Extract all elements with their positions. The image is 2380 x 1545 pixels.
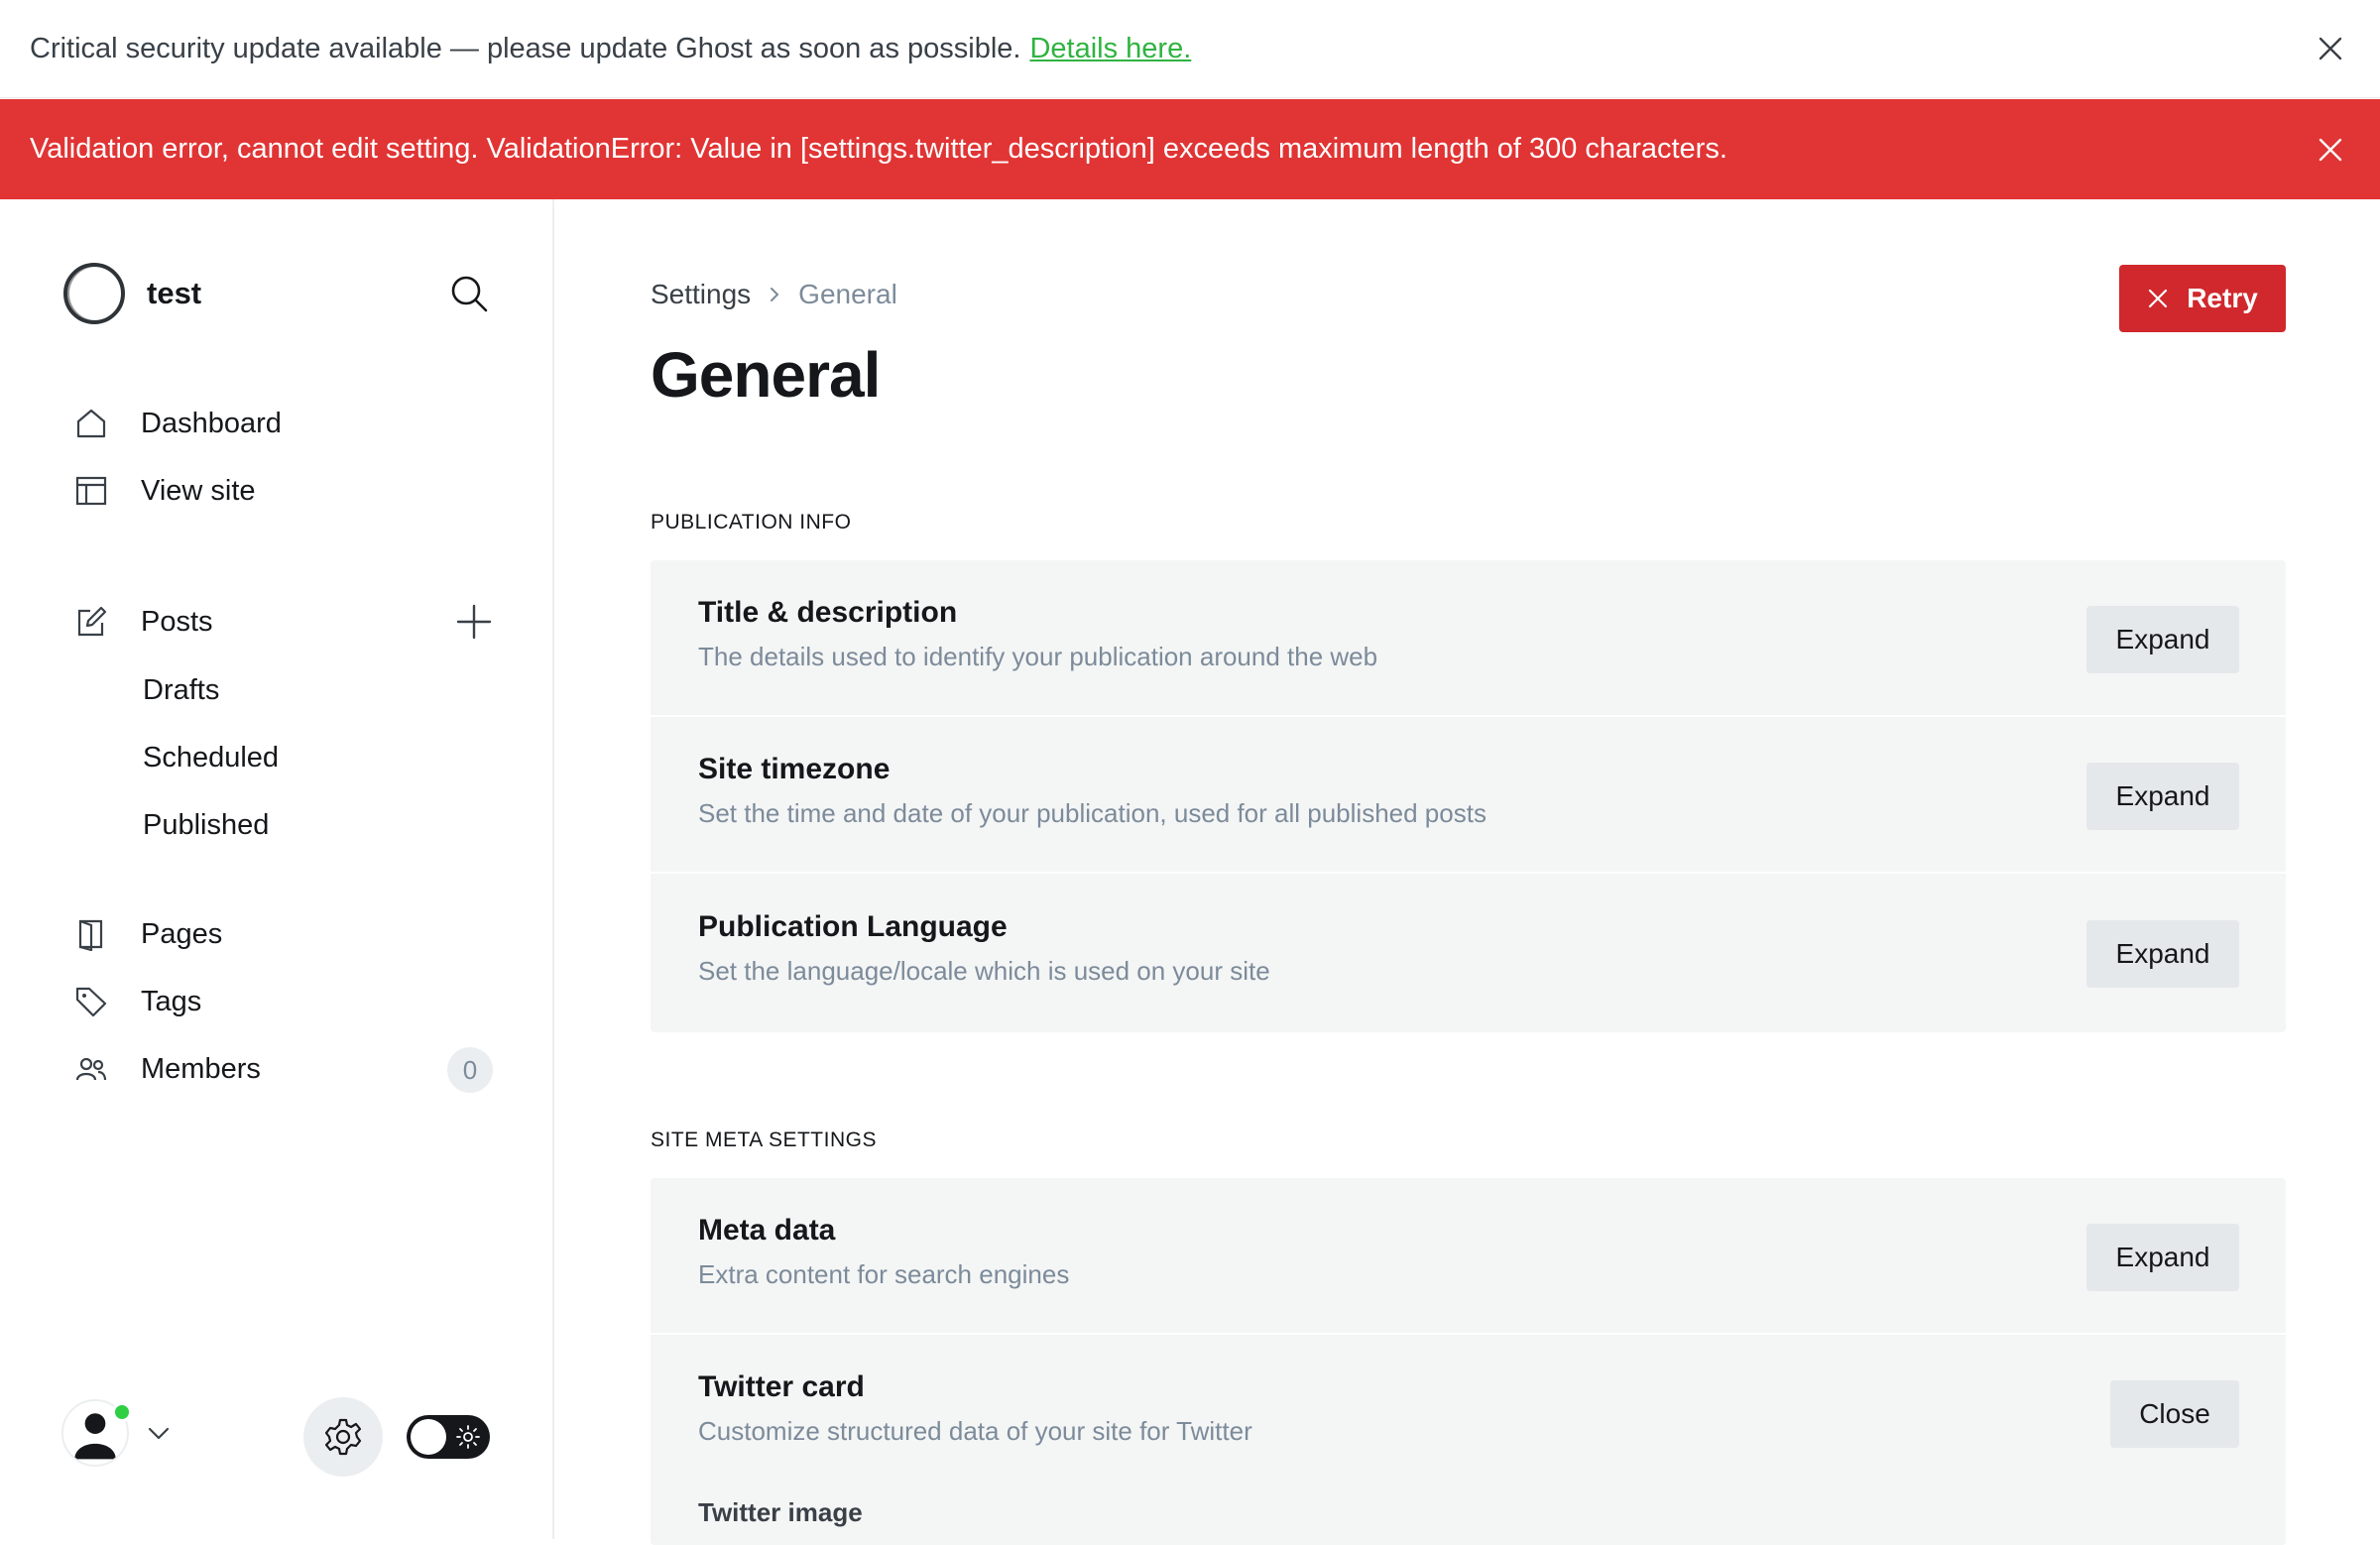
user-menu-chevron[interactable] <box>145 1419 173 1447</box>
row-description: Set the time and date of your publicatio… <box>698 798 1487 828</box>
page-title: General <box>651 339 881 411</box>
sidebar: test Dashboard View site Posts Drafts Sc… <box>0 199 554 1539</box>
expand-button[interactable]: Expand <box>2086 920 2239 988</box>
nav-pages-label: Pages <box>141 917 223 950</box>
nav-tags[interactable]: Tags <box>73 978 201 1025</box>
dark-mode-toggle[interactable] <box>407 1415 490 1459</box>
section-heading-site-meta: SITE META SETTINGS <box>651 1129 877 1151</box>
online-status-dot <box>112 1402 132 1422</box>
row-title: Title & description <box>698 596 958 629</box>
site-meta-group: Meta data Extra content for search engin… <box>651 1178 2286 1545</box>
breadcrumb-general: General <box>798 279 897 309</box>
close-button[interactable]: Close <box>2110 1380 2239 1448</box>
site-logo <box>63 263 125 324</box>
nav-pages[interactable]: Pages <box>73 910 222 958</box>
row-title: Site timezone <box>698 753 891 785</box>
nav-scheduled[interactable]: Scheduled <box>143 736 279 779</box>
close-icon <box>2149 289 2168 308</box>
edit-icon <box>73 604 109 640</box>
nav-drafts[interactable]: Drafts <box>143 668 219 712</box>
publication-info-group: Title & description The details used to … <box>651 560 2286 1032</box>
nav-view-site[interactable]: View site <box>73 467 256 515</box>
page-icon <box>73 916 109 952</box>
breadcrumb-settings[interactable]: Settings <box>651 279 751 310</box>
expand-button[interactable]: Expand <box>2086 1224 2239 1291</box>
toggle-knob <box>411 1419 446 1455</box>
nav-posts[interactable]: Posts <box>73 598 213 646</box>
expand-button[interactable]: Expand <box>2086 606 2239 673</box>
settings-button[interactable] <box>303 1397 383 1477</box>
site-name: test <box>147 276 202 310</box>
update-details-link[interactable]: Details here. <box>1029 33 1191 65</box>
close-error-banner-button[interactable] <box>2315 134 2346 166</box>
update-banner-text: Critical security update available — ple… <box>30 32 1021 64</box>
error-banner-text: Validation error, cannot edit setting. V… <box>30 133 1727 165</box>
close-icon <box>2319 138 2342 161</box>
nav-tags-label: Tags <box>141 985 202 1017</box>
setting-row-twitter-card: Twitter card Customize structured data o… <box>651 1335 2286 1545</box>
retry-button[interactable]: Retry <box>2119 265 2286 332</box>
setting-row-site-timezone: Site timezone Set the time and date of y… <box>651 717 2286 874</box>
nav-members[interactable]: Members <box>73 1045 261 1093</box>
search-button[interactable] <box>448 273 490 314</box>
nav-posts-label: Posts <box>141 605 213 638</box>
setting-row-meta-data: Meta data Extra content for search engin… <box>651 1178 2286 1335</box>
row-description: Extra content for search engines <box>698 1259 1070 1289</box>
chevron-down-icon <box>148 1427 170 1440</box>
row-title: Meta data <box>698 1214 836 1247</box>
main-content: Settings General Retry General PUBLICATI… <box>556 199 2380 1545</box>
nav-published[interactable]: Published <box>143 803 269 847</box>
row-description: The details used to identify your public… <box>698 642 1378 671</box>
setting-row-title-description: Title & description The details used to … <box>651 560 2286 717</box>
row-description: Customize structured data of your site f… <box>698 1416 1252 1446</box>
new-post-button[interactable] <box>454 602 494 642</box>
nav-dashboard-label: Dashboard <box>141 407 282 439</box>
section-heading-publication-info: PUBLICATION INFO <box>651 511 852 534</box>
retry-label: Retry <box>2187 283 2258 313</box>
gear-icon <box>324 1418 362 1456</box>
chevron-right-icon <box>771 288 779 301</box>
row-title: Twitter card <box>698 1370 865 1403</box>
members-icon <box>73 1051 109 1087</box>
sun-icon <box>456 1425 480 1449</box>
plus-icon <box>456 604 492 640</box>
tag-icon <box>73 984 109 1019</box>
breadcrumb: Settings General <box>651 279 897 310</box>
nav-members-label: Members <box>141 1052 261 1085</box>
nav-dashboard[interactable]: Dashboard <box>73 400 282 447</box>
site-brand[interactable]: test <box>63 263 201 324</box>
row-title: Publication Language <box>698 910 1008 943</box>
close-icon <box>2319 37 2342 60</box>
setting-row-publication-language: Publication Language Set the language/lo… <box>651 875 2286 1031</box>
close-update-banner-button[interactable] <box>2315 33 2346 64</box>
twitter-image-label: Twitter image <box>698 1497 863 1527</box>
expand-button[interactable]: Expand <box>2086 763 2239 830</box>
update-banner: Critical security update available — ple… <box>0 0 2380 98</box>
row-description: Set the language/locale which is used on… <box>698 956 1270 986</box>
home-icon <box>73 406 109 441</box>
error-banner: Validation error, cannot edit setting. V… <box>0 99 2380 199</box>
layout-icon <box>73 473 109 509</box>
search-icon <box>451 276 488 312</box>
members-count-badge: 0 <box>447 1047 493 1093</box>
nav-view-site-label: View site <box>141 474 256 507</box>
